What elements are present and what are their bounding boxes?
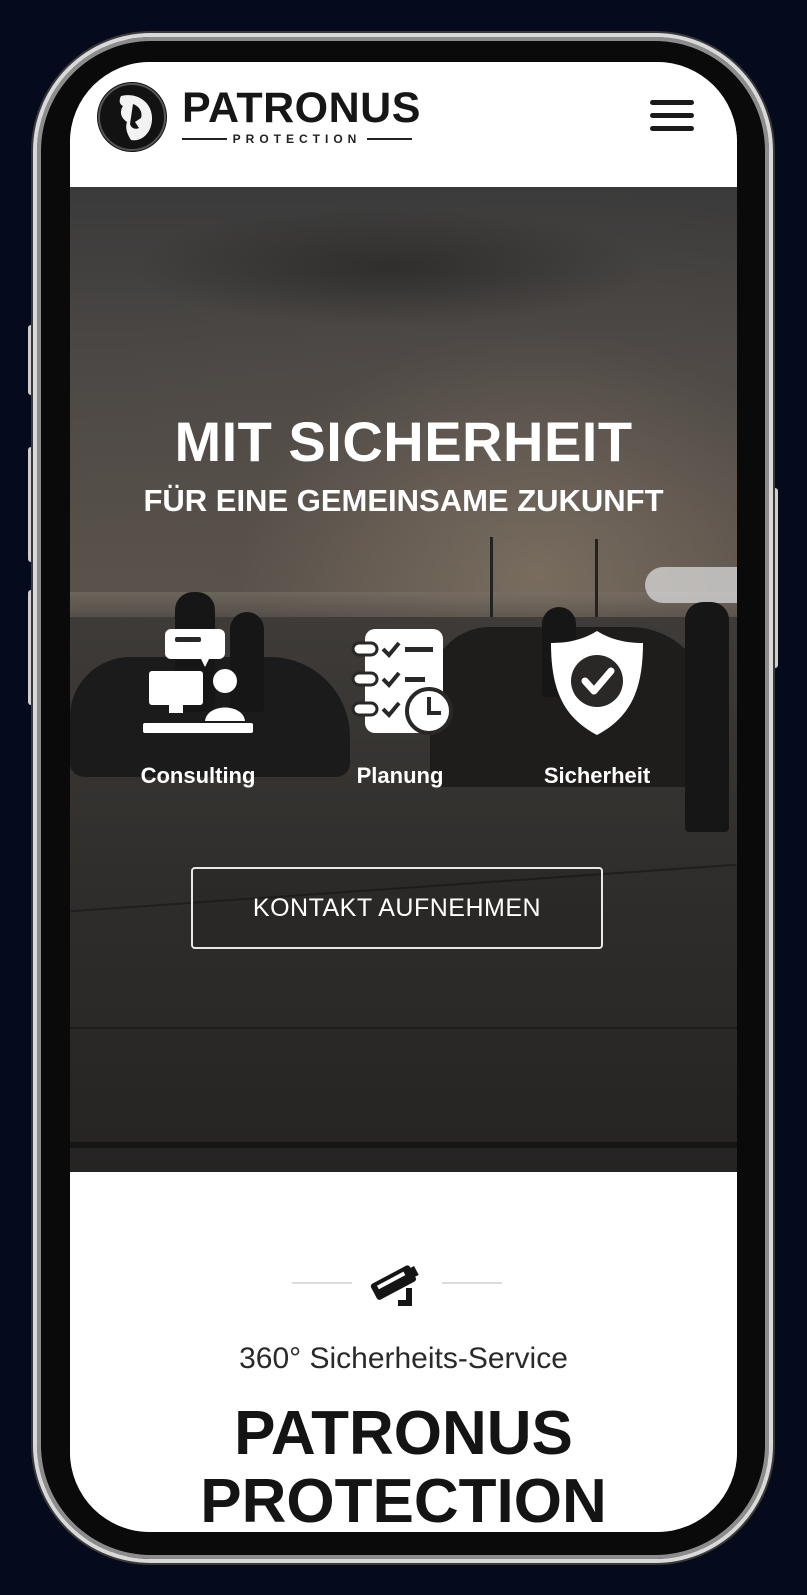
shield-check-icon <box>551 631 643 735</box>
brand-tagline: PROTECTION <box>182 131 413 147</box>
divider-line-left <box>292 1282 352 1284</box>
service-title-line1: PATRONUS <box>234 1399 573 1468</box>
hero-clouds <box>130 207 650 327</box>
service-subtitle: 360° Sicherheits-Service <box>239 1342 568 1375</box>
phone-screen: PATRONUS PROTECTION MIT SICHERHEIT FÜR E… <box>70 62 737 1532</box>
person-silhouette <box>685 602 729 832</box>
feature-label-sicherheit: Sicherheit <box>543 763 651 788</box>
hero-subtitle: FÜR EINE GEMEINSAME ZUKUNFT <box>143 483 664 518</box>
section-divider <box>292 1260 502 1306</box>
feature-planung[interactable]: Planung <box>325 629 475 789</box>
ground-seam <box>70 1027 737 1029</box>
lamp-post <box>490 537 493 617</box>
feature-consulting[interactable]: Consulting <box>123 629 273 789</box>
site-header: PATRONUS PROTECTION <box>70 62 737 187</box>
tagline-line-left <box>182 138 227 140</box>
brand-sub: PROTECTION <box>232 132 362 146</box>
brand-name[interactable]: PATRONUS <box>182 84 421 133</box>
airplane-silhouette <box>645 567 737 603</box>
hero-section: MIT SICHERHEIT FÜR EINE GEMEINSAME ZUKUN… <box>70 187 737 1172</box>
service-title-line2: PROTECTION <box>200 1467 607 1533</box>
consulting-icon <box>143 629 253 733</box>
hero-title: MIT SICHERHEIT <box>174 410 633 473</box>
service-section: 360° Sicherheits-Service PATRONUS PROTEC… <box>70 1172 737 1532</box>
tagline-line-right <box>367 138 413 140</box>
service-title: PATRONUS PROTECTION <box>70 1399 737 1533</box>
contact-button[interactable]: KONTAKT AUFNEHMEN <box>191 867 603 949</box>
feature-label-consulting: Consulting <box>140 763 256 788</box>
feature-label-planung: Planung <box>356 763 444 788</box>
security-camera-icon <box>370 1265 419 1306</box>
lamp-post <box>595 539 598 617</box>
checklist-clock-icon <box>351 629 453 735</box>
lion-logo-icon[interactable] <box>97 82 167 152</box>
divider-line-right <box>442 1282 502 1284</box>
feature-sicherheit[interactable]: Sicherheit <box>522 629 672 789</box>
ground-seam <box>70 1142 737 1148</box>
hamburger-menu-icon[interactable] <box>650 100 694 136</box>
